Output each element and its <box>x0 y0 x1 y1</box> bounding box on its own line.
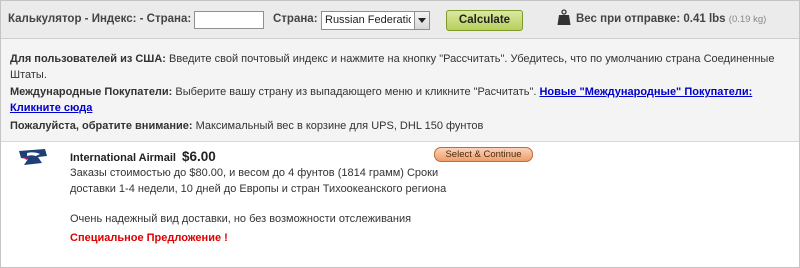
info-section: Для пользователей из США: Введите свой п… <box>1 39 799 142</box>
weight-value: 0.41 lbs <box>683 13 726 25</box>
country-label: Страна: <box>273 13 318 25</box>
shipping-option-title: International Airmail $6.00 <box>70 149 216 164</box>
weight-limit-heading: Пожалуйста, обратите внимание: <box>10 120 193 132</box>
calculator-bar: Калькулятор - Индекс: - Страна: Страна: … <box>1 1 799 39</box>
shipping-option-note: Очень надежный вид доставки, но без возм… <box>70 213 412 225</box>
intl-users-heading: Международные Покупатели: <box>10 86 173 98</box>
shipping-option-description: Заказы стоимостью до $80.00, и весом до … <box>70 167 447 195</box>
country-select[interactable]: Russian Federation <box>321 11 430 30</box>
us-users-heading: Для пользователей из США: <box>10 53 166 65</box>
special-offer-label: Специальное Предложение ! <box>70 232 228 244</box>
us-users-note: Для пользователей из США: Введите свой п… <box>10 51 780 83</box>
intl-users-note: Международные Покупатели: Выберите вашу … <box>10 84 780 116</box>
zip-code-input[interactable] <box>194 11 264 29</box>
chevron-down-icon[interactable] <box>414 12 429 29</box>
weight-limit-note: Пожалуйста, обратите внимание: Максималь… <box>10 118 780 134</box>
shipping-option-price: $6.00 <box>182 149 216 164</box>
calculator-label: Калькулятор - Индекс: - Страна: <box>8 13 192 25</box>
shipping-option: International Airmail $6.00 Select & Con… <box>1 142 799 267</box>
select-and-continue-button[interactable]: Select & Continue <box>434 147 533 162</box>
shipping-weight: Вес при отправке: 0.41 lbs (0.19 kg) <box>576 13 766 25</box>
weight-icon <box>557 9 571 25</box>
country-select-value: Russian Federation <box>325 14 411 26</box>
weight-limit-text: Максимальный вес в корзине для UPS, DHL … <box>192 120 484 132</box>
usps-eagle-icon <box>19 149 47 165</box>
shipping-calculator-panel: Калькулятор - Индекс: - Страна: Страна: … <box>0 0 800 268</box>
intl-users-text: Выберите вашу страну из выпадающего меню… <box>172 86 540 98</box>
weight-label: Вес при отправке: <box>576 13 681 25</box>
calculate-button[interactable]: Calculate <box>446 10 523 31</box>
shipping-option-name: International Airmail <box>70 152 176 164</box>
weight-kg: (0.19 kg) <box>728 14 767 25</box>
